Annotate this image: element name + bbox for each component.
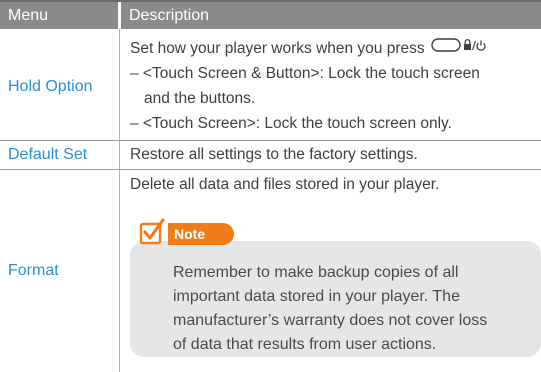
menu-format: Format — [8, 262, 59, 279]
menu-default-set: Default Set — [8, 146, 88, 163]
note-line-3: manufacturer’s warranty does not cover l… — [173, 312, 488, 329]
row-divider — [0, 169, 541, 170]
row-divider — [0, 140, 541, 141]
table-header: Menu Description — [0, 2, 541, 29]
hold-line-4: – <Touch Screen>: Lock the touch screen … — [130, 115, 452, 133]
menu-hold-option: Hold Option — [8, 78, 93, 95]
format-description: Delete all data and files stored in your… — [130, 176, 440, 193]
hold-option-description: Set how your player works when you press… — [130, 36, 535, 136]
note-line-4: of data that results from user actions. — [173, 336, 437, 353]
note-label: Note — [168, 223, 234, 245]
note-text: Remember to make backup copies of all im… — [173, 261, 533, 357]
note-line-1: Remember to make backup copies of all — [173, 264, 459, 281]
menu-column-header: Menu — [0, 2, 118, 29]
hold-power-icon — [431, 36, 487, 61]
default-set-description: Restore all settings to the factory sett… — [130, 146, 418, 163]
note-checkbox-icon — [139, 218, 165, 245]
note-line-2: important data stored in your player. Th… — [173, 288, 460, 305]
description-column-header: Description — [121, 2, 541, 29]
hold-line-3: and the buttons. — [144, 90, 256, 108]
hold-line-2: – <Touch Screen & Button>: Lock the touc… — [130, 65, 480, 83]
hold-line-1: Set how your player works when you press — [130, 36, 535, 61]
